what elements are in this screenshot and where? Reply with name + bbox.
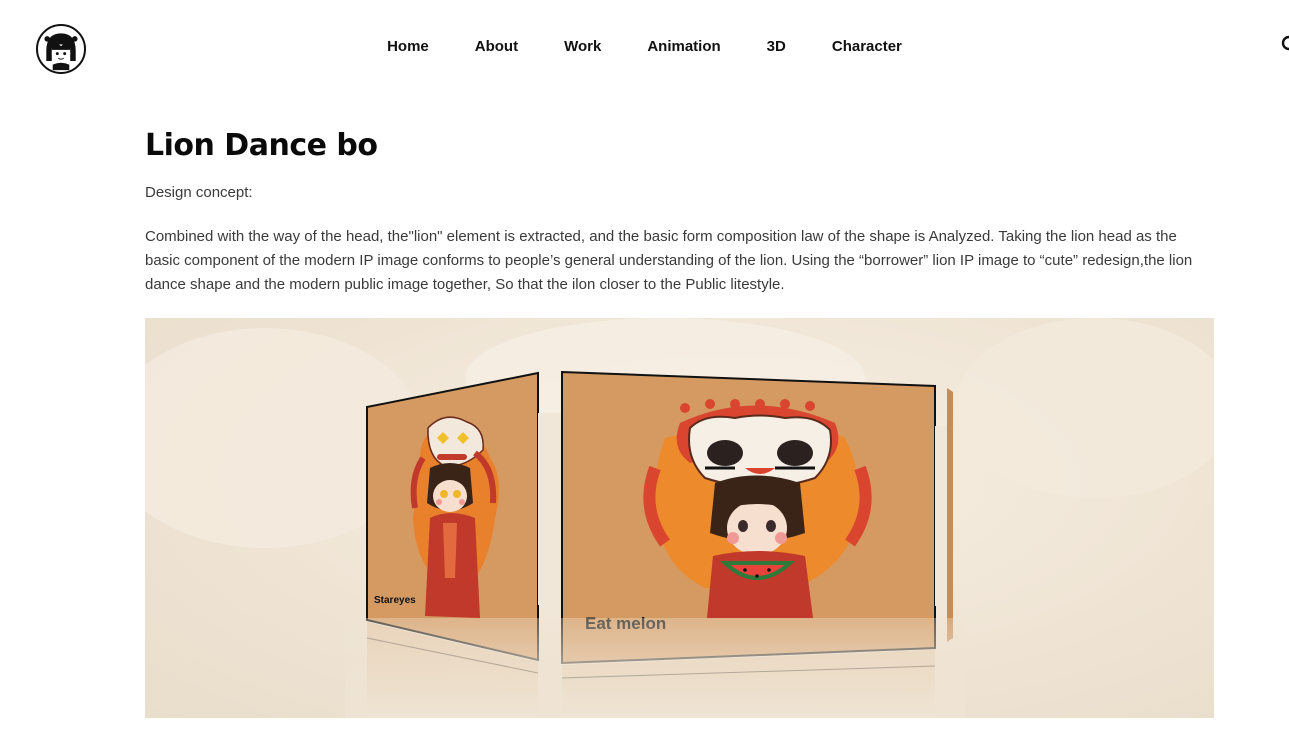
hero-image: Stareyes	[145, 318, 1214, 718]
design-concept-label: Design concept:	[145, 184, 253, 201]
nav-animation[interactable]: Animation	[647, 37, 720, 57]
nav-about[interactable]: About	[475, 37, 518, 57]
nav-character[interactable]: Character	[832, 37, 902, 57]
nav-home[interactable]: Home	[387, 37, 429, 57]
page-title: Lion Dance bo	[145, 128, 378, 163]
left-panel-caption: Stareyes	[374, 595, 416, 606]
nav-3d[interactable]: 3D	[767, 37, 786, 57]
article-content: Lion Dance bo Design concept: Combined w…	[145, 124, 1214, 297]
lion-dance-boxes-illustration: Stareyes	[145, 318, 1214, 718]
nav-work[interactable]: Work	[564, 37, 601, 57]
site-header: Home About Work Animation 3D Character	[0, 0, 1289, 96]
search-button[interactable]	[1281, 35, 1289, 55]
search-icon	[1281, 35, 1289, 51]
main-nav: Home About Work Animation 3D Character	[0, 37, 1289, 57]
design-description: Combined with the way of the head, the"l…	[145, 228, 1193, 293]
